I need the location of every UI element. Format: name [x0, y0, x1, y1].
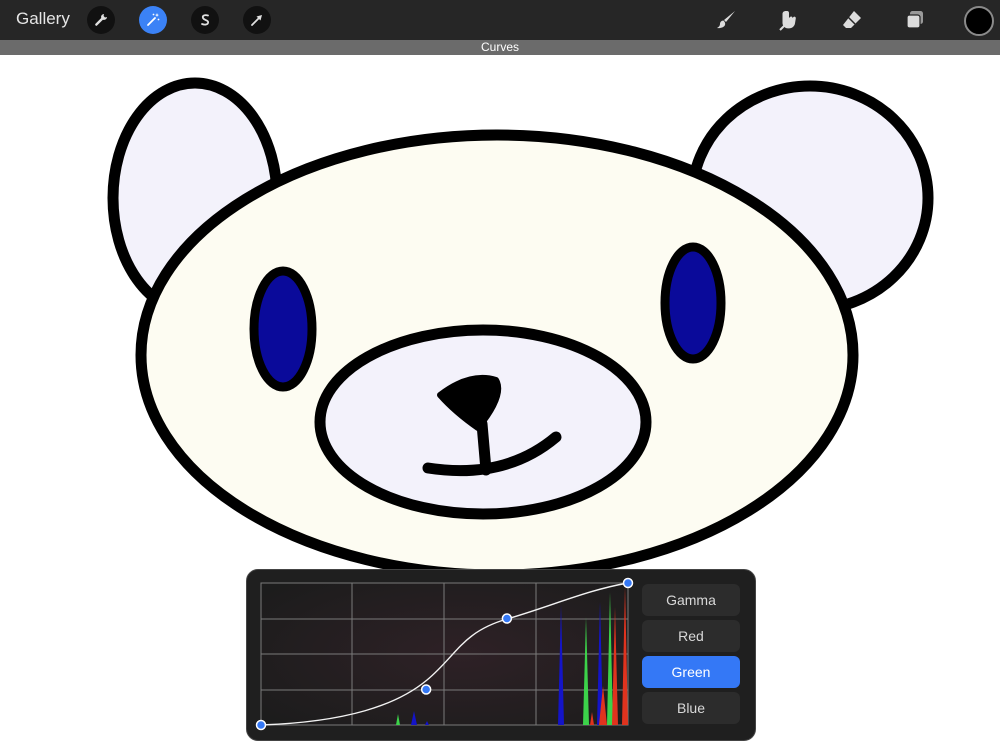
layers-icon[interactable]: [900, 5, 930, 35]
left-eye: [249, 266, 317, 392]
magic-wand-icon[interactable]: [139, 6, 167, 34]
eraser-icon[interactable]: [837, 5, 867, 35]
curve-control-point[interactable]: [420, 684, 432, 695]
right-eye: [660, 242, 726, 364]
channel-green-button[interactable]: Green: [642, 656, 740, 688]
smudge-icon[interactable]: [774, 5, 804, 35]
curve-control-point[interactable]: [622, 577, 634, 589]
nose-line: [476, 418, 492, 476]
channel-blue-button[interactable]: Blue: [642, 692, 740, 724]
wrench-icon[interactable]: [87, 6, 115, 34]
curve-graph[interactable]: [247, 570, 647, 740]
curves-panel: Gamma Red Green Blue: [246, 569, 756, 741]
channel-red-button[interactable]: Red: [642, 620, 740, 652]
brush-icon[interactable]: [711, 5, 741, 35]
mode-title-bar: Curves: [0, 40, 1000, 55]
channel-gamma-button[interactable]: Gamma: [642, 584, 740, 616]
curve-control-point[interactable]: [255, 719, 267, 731]
gallery-button[interactable]: Gallery: [16, 9, 70, 29]
selection-icon[interactable]: [191, 6, 219, 34]
curve-control-point[interactable]: [501, 613, 513, 624]
transform-arrow-icon[interactable]: [243, 6, 271, 34]
color-swatch[interactable]: [964, 6, 994, 36]
bear-illustration: [107, 77, 934, 581]
top-toolbar: Gallery: [0, 0, 1000, 40]
